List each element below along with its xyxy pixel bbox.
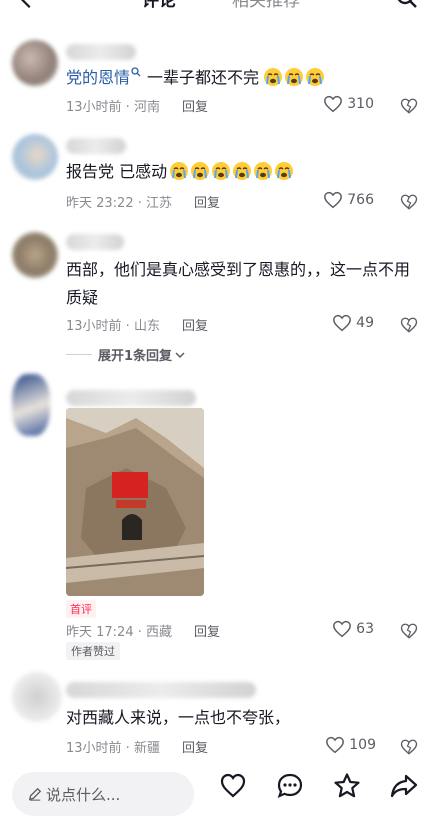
crying-face-icon — [212, 162, 231, 180]
comment-time-location: 昨天 23:22 · 江苏 — [66, 196, 172, 211]
expand-divider — [66, 354, 92, 355]
expand-replies-button[interactable]: 展开1条回复 — [66, 345, 185, 364]
comment-text: 西部，他们是真心感受到了恩惠的，，这一点不用质疑 — [66, 256, 412, 312]
comment-meta: 13小时前 · 山东 回复 — [66, 315, 208, 334]
avatar[interactable] — [12, 40, 58, 86]
comment-time-location: 昨天 17:24 · 西藏 — [66, 625, 172, 640]
heart-icon — [324, 95, 343, 113]
comment-photo[interactable] — [66, 408, 204, 596]
comment-meta: 13小时前 · 新疆 回复 — [66, 737, 208, 756]
author-liked-badge: 作者赞过 — [66, 642, 120, 660]
first-comment-badge: 首评 — [66, 600, 96, 618]
username-blurred — [66, 234, 124, 250]
back-arrow-icon[interactable] — [16, 0, 38, 10]
username-blurred — [66, 44, 136, 60]
heart-icon — [333, 314, 352, 332]
avatar[interactable] — [12, 672, 62, 722]
like-button[interactable]: 63 — [332, 620, 374, 638]
dislike-icon[interactable] — [400, 316, 418, 334]
heart-icon — [324, 191, 343, 209]
search-mini-icon — [131, 67, 141, 77]
dislike-icon[interactable] — [400, 193, 418, 211]
avatar[interactable] — [12, 374, 50, 436]
dislike-icon[interactable] — [400, 622, 418, 640]
like-count: 109 — [349, 737, 376, 753]
reply-button[interactable]: 回复 — [182, 741, 208, 756]
comment-body: 西部，他们是真心感受到了恩惠的，，这一点不用质疑 — [66, 260, 411, 307]
crying-face-icon — [233, 162, 252, 180]
comment-input-placeholder: 说点什么... — [46, 785, 121, 804]
crying-emoji-group — [169, 162, 295, 181]
chat-bubble-icon[interactable] — [276, 772, 304, 800]
bottom-input-bar: 说点什么... — [0, 764, 436, 816]
crying-face-icon — [306, 68, 325, 86]
reply-button[interactable]: 回复 — [194, 196, 220, 211]
top-tab-bar: 评论 相关推荐 — [0, 0, 436, 12]
crying-face-icon — [254, 162, 273, 180]
avatar[interactable] — [12, 134, 58, 180]
comment-body: 报告党 已感动 — [66, 162, 168, 181]
tab-comments[interactable]: 评论 — [142, 0, 176, 11]
crying-emoji-group — [263, 68, 326, 87]
crying-face-icon — [170, 162, 189, 180]
heart-icon — [326, 736, 345, 754]
comment-body: 一辈子都还不完 — [147, 68, 260, 87]
tab-related[interactable]: 相关推荐 — [232, 0, 300, 11]
comment-mention-link[interactable]: 党的恩情 — [66, 68, 130, 87]
like-button[interactable]: 766 — [323, 191, 374, 209]
star-icon[interactable] — [333, 772, 361, 800]
comment-body: 对西藏人来说，一点也不夸张， — [66, 708, 291, 727]
like-count: 310 — [347, 96, 374, 112]
like-count: 63 — [356, 621, 374, 637]
username-blurred — [66, 138, 126, 154]
mountain-tunnel-image — [66, 408, 204, 596]
heart-icon — [333, 620, 352, 638]
crying-face-icon — [264, 68, 283, 86]
username-blurred — [66, 682, 256, 698]
comment-text: 对西藏人来说，一点也不夸张， — [66, 704, 400, 732]
dislike-icon[interactable] — [400, 97, 418, 115]
comment-text: 党的恩情 一辈子都还不完 — [66, 64, 400, 92]
avatar[interactable] — [12, 232, 58, 278]
like-count: 766 — [347, 192, 374, 208]
expand-replies-label: 展开1条回复 — [98, 349, 173, 364]
chevron-down-icon — [175, 351, 185, 358]
like-button[interactable]: 49 — [332, 314, 374, 332]
like-button[interactable]: 310 — [323, 95, 374, 113]
share-arrow-icon[interactable] — [390, 772, 418, 800]
crying-face-icon — [285, 68, 304, 86]
pencil-icon — [28, 787, 42, 801]
comment-text: 报告党 已感动 — [66, 158, 400, 186]
comment-time-location: 13小时前 · 河南 — [66, 100, 160, 115]
heart-icon[interactable] — [219, 772, 247, 800]
crying-face-icon — [191, 162, 210, 180]
comment-meta: 昨天 23:22 · 江苏 回复 — [66, 192, 220, 211]
crying-face-icon — [275, 162, 294, 180]
reply-button[interactable]: 回复 — [182, 319, 208, 334]
reply-button[interactable]: 回复 — [194, 625, 220, 640]
like-button[interactable]: 109 — [325, 736, 376, 754]
reply-button[interactable]: 回复 — [182, 100, 208, 115]
username-blurred — [66, 390, 196, 406]
comment-time-location: 13小时前 · 新疆 — [66, 741, 160, 756]
comment-input[interactable]: 说点什么... — [12, 772, 194, 816]
like-count: 49 — [356, 315, 374, 331]
comment-meta: 昨天 17:24 · 西藏 回复 — [66, 621, 220, 640]
dislike-icon[interactable] — [400, 738, 418, 756]
comment-time-location: 13小时前 · 山东 — [66, 319, 160, 334]
comment-meta: 13小时前 · 河南 回复 — [66, 96, 208, 115]
search-icon[interactable] — [395, 0, 419, 10]
